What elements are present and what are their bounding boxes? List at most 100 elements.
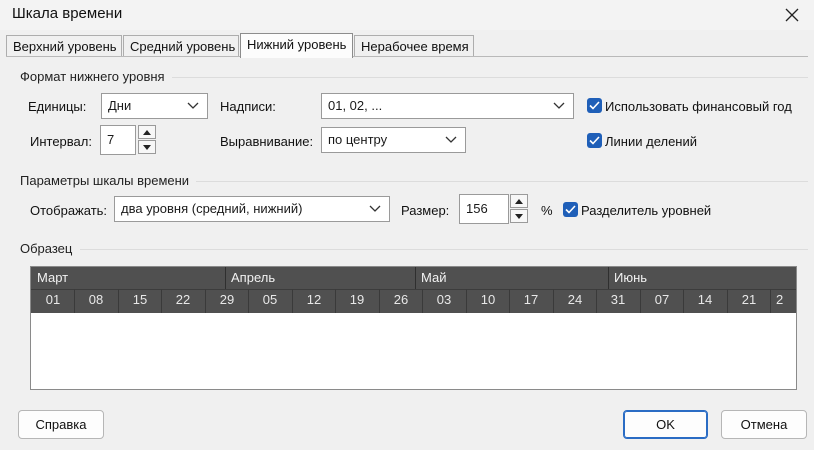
size-value: 156 [466,201,488,216]
chevron-down-icon [369,205,381,212]
day-tick [248,289,249,313]
day-tick [335,289,336,313]
use-fiscal-year-checkbox[interactable] [587,98,602,113]
day-tick [161,289,162,313]
close-button[interactable] [770,0,814,30]
tab-bottom-tier[interactable]: Нижний уровень [240,33,353,58]
chevron-down-icon [553,102,565,109]
units-label: Единицы: [28,99,87,114]
day-label: 19 [349,292,365,307]
alignment-select[interactable]: по центру [321,127,466,153]
month-divider [415,267,416,289]
day-tick [640,289,641,313]
size-input[interactable]: 156 [459,194,509,224]
day-tick [74,289,75,313]
help-button-label: Справка [35,417,87,432]
day-tick [379,289,380,313]
units-select[interactable]: Дни [101,93,208,119]
interval-spin-down[interactable] [138,140,156,154]
day-tick [727,289,728,313]
day-label: 24 [567,292,583,307]
window-title: Шкала времени [12,5,123,22]
checkmark-icon [589,101,600,110]
day-label: 08 [88,292,104,307]
cancel-button[interactable]: Отмена [721,410,807,439]
day-tick [509,289,510,313]
day-tick [118,289,119,313]
month-label: Май [421,270,447,285]
arrow-down-icon [515,213,523,219]
show-tiers-select[interactable]: два уровня (средний, нижний) [114,196,390,222]
units-value: Дни [108,98,132,113]
arrow-up-icon [143,129,151,135]
tick-lines-checkbox[interactable] [587,133,602,148]
labels-label: Надписи: [220,99,276,114]
percent-sign: % [541,203,553,218]
day-tick [553,289,554,313]
labels-value: 01, 02, ... [328,98,383,113]
day-label: 31 [610,292,626,307]
day-tick [770,289,771,313]
day-label: 10 [480,292,496,307]
month-divider [225,267,226,289]
tab-label: Верхний уровень [13,39,117,54]
checkmark-icon [565,205,576,214]
labels-select[interactable]: 01, 02, ... [321,93,574,119]
month-divider [608,267,609,289]
arrow-up-icon [515,198,523,204]
timescale-preview: Март Апрель Май Июнь 01 08 15 22 29 05 1… [30,266,797,390]
tab-top-tier[interactable]: Верхний уровень [6,35,122,57]
ok-button-label: OK [656,417,675,432]
day-label: 12 [306,292,322,307]
timescale-bar: Март Апрель Май Июнь 01 08 15 22 29 05 1… [31,267,796,313]
interval-input[interactable]: 7 [100,125,136,155]
month-label: Апрель [231,270,276,285]
tier-separator-line [31,289,796,290]
show-tiers-value: два уровня (средний, нижний) [121,201,303,216]
interval-spin-up[interactable] [138,125,156,139]
tier-separator-checkbox[interactable] [563,202,578,217]
interval-label: Интервал: [30,134,92,149]
day-label: 21 [741,292,757,307]
size-spin-down[interactable] [510,209,528,223]
arrow-down-icon [143,144,151,150]
day-label: 01 [45,292,61,307]
tab-label: Средний уровень [130,39,236,54]
day-label: 15 [132,292,148,307]
day-label: 14 [697,292,713,307]
tab-middle-tier[interactable]: Средний уровень [123,35,239,57]
size-spin-up[interactable] [510,194,528,208]
interval-value: 7 [107,132,115,147]
day-tick [596,289,597,313]
day-label: 29 [219,292,235,307]
format-section-title: Формат нижнего уровня [20,69,165,84]
day-tick [466,289,467,313]
day-label: 03 [436,292,452,307]
section-divider [172,77,808,78]
title-bar: Шкала времени [0,0,814,30]
checkmark-icon [589,136,600,145]
day-label: 26 [393,292,409,307]
close-icon [785,8,799,22]
day-tick [292,289,293,313]
day-label: 17 [523,292,539,307]
help-button[interactable]: Справка [18,410,104,439]
day-label: 2 [776,292,784,307]
size-label: Размер: [401,203,450,218]
tick-lines-label: Линии делений [605,134,698,149]
use-fiscal-year-label: Использовать финансовый год [605,99,792,114]
day-label: 22 [175,292,191,307]
ok-button[interactable]: OK [623,410,708,439]
tab-label: Нерабочее время [361,39,469,54]
tier-separator-label: Разделитель уровней [581,203,712,218]
day-tick [205,289,206,313]
alignment-value: по центру [328,132,388,147]
alignment-label: Выравнивание: [220,134,314,149]
preview-section-title: Образец [20,241,73,256]
day-label: 07 [654,292,670,307]
month-label: Март [37,270,69,285]
section-divider [196,181,808,182]
cancel-button-label: Отмена [740,417,788,432]
tab-nonworking-time[interactable]: Нерабочее время [354,35,474,57]
tab-label: Нижний уровень [247,37,347,52]
